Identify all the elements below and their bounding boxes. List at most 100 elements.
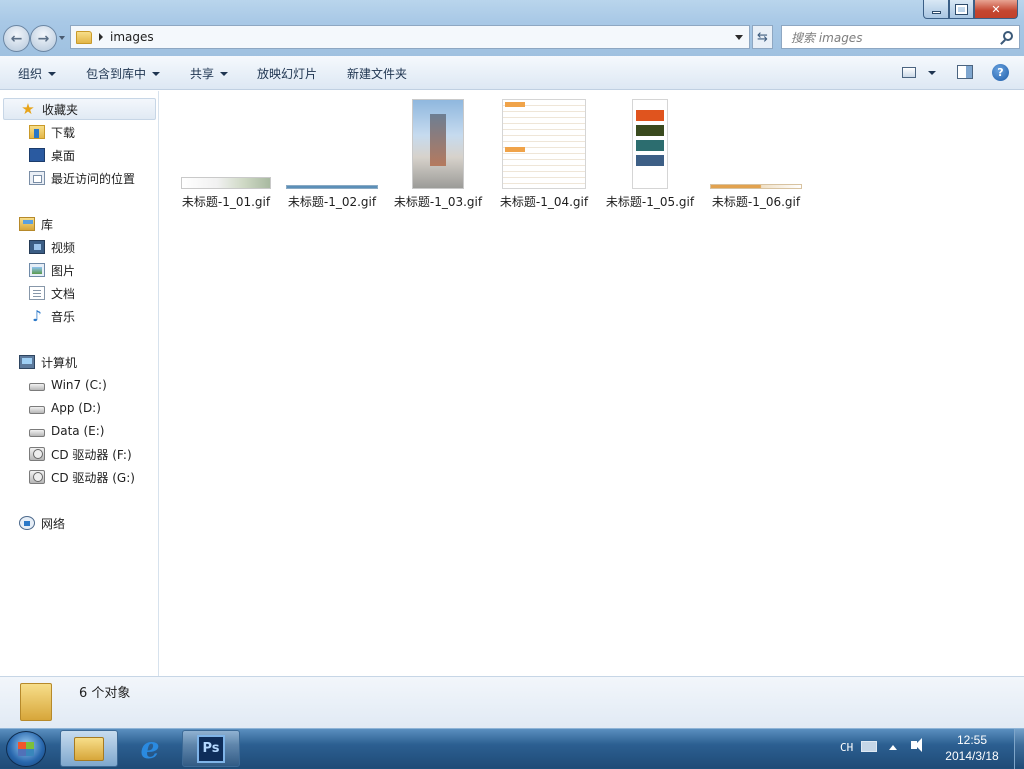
sidebar-item-drive-f[interactable]: CD 驱动器 (F:) (29, 444, 132, 464)
news-list-thumbnail (502, 99, 586, 189)
search-icon[interactable] (1003, 31, 1013, 41)
taskbar-photoshop-button[interactable]: Ps (182, 730, 240, 767)
sidebar-item-label: 视频 (51, 240, 76, 255)
refresh-button[interactable]: ⇆ (752, 25, 773, 49)
documents-library-icon (29, 286, 45, 300)
sidebar-item-documents[interactable]: 文档 (29, 283, 75, 303)
sidebar-item-downloads[interactable]: 下载 (29, 122, 75, 142)
share-menu[interactable]: 共享 (190, 65, 229, 82)
sidebar-item-label: 图片 (51, 263, 76, 278)
new-folder-button[interactable]: 新建文件夹 (347, 65, 407, 82)
sidebar-item-music[interactable]: ♪ 音乐 (29, 306, 75, 326)
sidebar-item-drive-d[interactable]: App (D:) (29, 398, 101, 418)
clock-time: 12:55 (956, 733, 988, 747)
internet-explorer-icon: e (140, 730, 160, 766)
photoshop-icon: Ps (197, 734, 225, 763)
network-icon (19, 516, 35, 530)
close-button[interactable]: ✕ (974, 0, 1018, 19)
sidebar-item-recent-places[interactable]: 最近访问的位置 (29, 168, 135, 188)
sidebar-item-desktop[interactable]: 桌面 (29, 145, 75, 165)
title-bar: ✕ ← → images ⇆ 搜索 images (0, 0, 1024, 56)
include-in-library-label: 包含到库中 (86, 67, 147, 81)
button-column-thumbnail (632, 99, 668, 189)
file-list: 未标题-1_01.gif 未标题-1_02.gif 未标题-1_03.gif 未… (160, 91, 1024, 676)
sidebar-group-computer[interactable]: 计算机 (19, 351, 77, 373)
breadcrumb-current[interactable]: images (110, 30, 154, 44)
share-label: 共享 (190, 67, 215, 81)
hard-drive-icon (29, 383, 45, 391)
recent-pages-dropdown[interactable] (59, 36, 65, 40)
video-library-icon (29, 240, 45, 254)
volume-icon[interactable] (911, 738, 922, 752)
file-item[interactable]: 未标题-1_01.gif (176, 97, 276, 215)
breadcrumb-arrow-icon[interactable] (99, 33, 103, 41)
start-button[interactable] (6, 731, 46, 767)
sidebar-group-libraries[interactable]: 库 (19, 213, 53, 235)
orange-strip-thumbnail (710, 184, 802, 189)
language-indicator[interactable]: CH (840, 741, 853, 754)
file-item[interactable]: 未标题-1_06.gif (706, 97, 806, 215)
sidebar-item-label: 桌面 (51, 148, 76, 163)
include-in-library-menu[interactable]: 包含到库中 (86, 65, 161, 82)
sidebar-item-label: Win7 (C:) (51, 378, 107, 392)
thumbnail (600, 97, 700, 189)
thumbnail (282, 97, 382, 189)
file-item[interactable]: 未标题-1_04.gif (494, 97, 594, 215)
downloads-folder-icon (29, 125, 45, 139)
window-controls: ✕ (923, 0, 1018, 19)
address-bar[interactable]: images (70, 25, 750, 49)
search-input[interactable]: 搜索 images (781, 25, 1020, 49)
minimize-button[interactable] (923, 0, 949, 19)
forward-button[interactable]: → (30, 25, 57, 52)
library-icon (19, 217, 35, 231)
keyboard-icon[interactable] (861, 741, 877, 752)
view-options-dropdown[interactable] (928, 71, 936, 75)
sidebar-item-drive-e[interactable]: Data (E:) (29, 421, 104, 441)
minimize-icon (931, 10, 941, 14)
clock[interactable]: 12:55 2014/3/18 (930, 732, 1014, 764)
change-view-icon[interactable] (902, 67, 916, 78)
clock-date: 2014/3/18 (945, 749, 999, 763)
refresh-icon: ⇆ (757, 29, 768, 45)
taskbar-ie-button[interactable]: e (121, 730, 179, 767)
thumbnail (706, 97, 806, 189)
sidebar-item-videos[interactable]: 视频 (29, 237, 75, 257)
file-item[interactable]: 未标题-1_03.gif (388, 97, 488, 215)
maximize-button[interactable] (949, 0, 974, 19)
sidebar-item-drive-g[interactable]: CD 驱动器 (G:) (29, 467, 135, 487)
hard-drive-icon (29, 429, 45, 437)
details-pane: 6 个对象 (0, 676, 1024, 728)
taskbar-explorer-button[interactable] (60, 730, 118, 767)
sidebar-item-label: Data (E:) (51, 424, 105, 438)
chevron-down-icon (220, 71, 229, 76)
sidebar-item-label: 最近访问的位置 (51, 171, 136, 186)
computer-icon (19, 355, 35, 369)
help-icon[interactable]: ? (992, 64, 1009, 81)
file-name: 未标题-1_04.gif (499, 195, 589, 209)
sidebar-group-label: 库 (41, 217, 54, 232)
sidebar-item-label: 文档 (51, 286, 76, 301)
show-desktop-button[interactable] (1014, 729, 1024, 769)
explorer-window: ✕ ← → images ⇆ 搜索 images 组织 包含到库中 共享 放映幻… (0, 0, 1024, 728)
file-item[interactable]: 未标题-1_02.gif (282, 97, 382, 215)
cd-drive-icon (29, 470, 45, 484)
sidebar-item-pictures[interactable]: 图片 (29, 260, 75, 280)
recent-places-icon (29, 171, 45, 185)
arrow-right-icon: → (37, 30, 50, 47)
banner-thumbnail (181, 177, 271, 189)
back-button[interactable]: ← (3, 25, 30, 52)
chevron-down-icon (48, 71, 57, 76)
sidebar-group-favorites[interactable]: ★ 收藏夹 (3, 98, 156, 120)
file-item[interactable]: 未标题-1_05.gif (600, 97, 700, 215)
folder-icon (76, 30, 92, 44)
preview-pane-icon[interactable] (957, 65, 973, 79)
show-hidden-icons-icon[interactable] (889, 745, 897, 750)
slideshow-button[interactable]: 放映幻灯片 (257, 65, 317, 82)
file-name: 未标题-1_06.gif (711, 195, 801, 209)
sidebar-item-drive-c[interactable]: Win7 (C:) (29, 375, 107, 395)
item-count: 6 个对象 (79, 686, 131, 701)
address-history-dropdown[interactable] (735, 35, 743, 40)
sidebar-group-network[interactable]: 网络 (19, 512, 65, 534)
organize-menu[interactable]: 组织 (18, 65, 57, 82)
sidebar-item-label: App (D:) (51, 401, 101, 415)
